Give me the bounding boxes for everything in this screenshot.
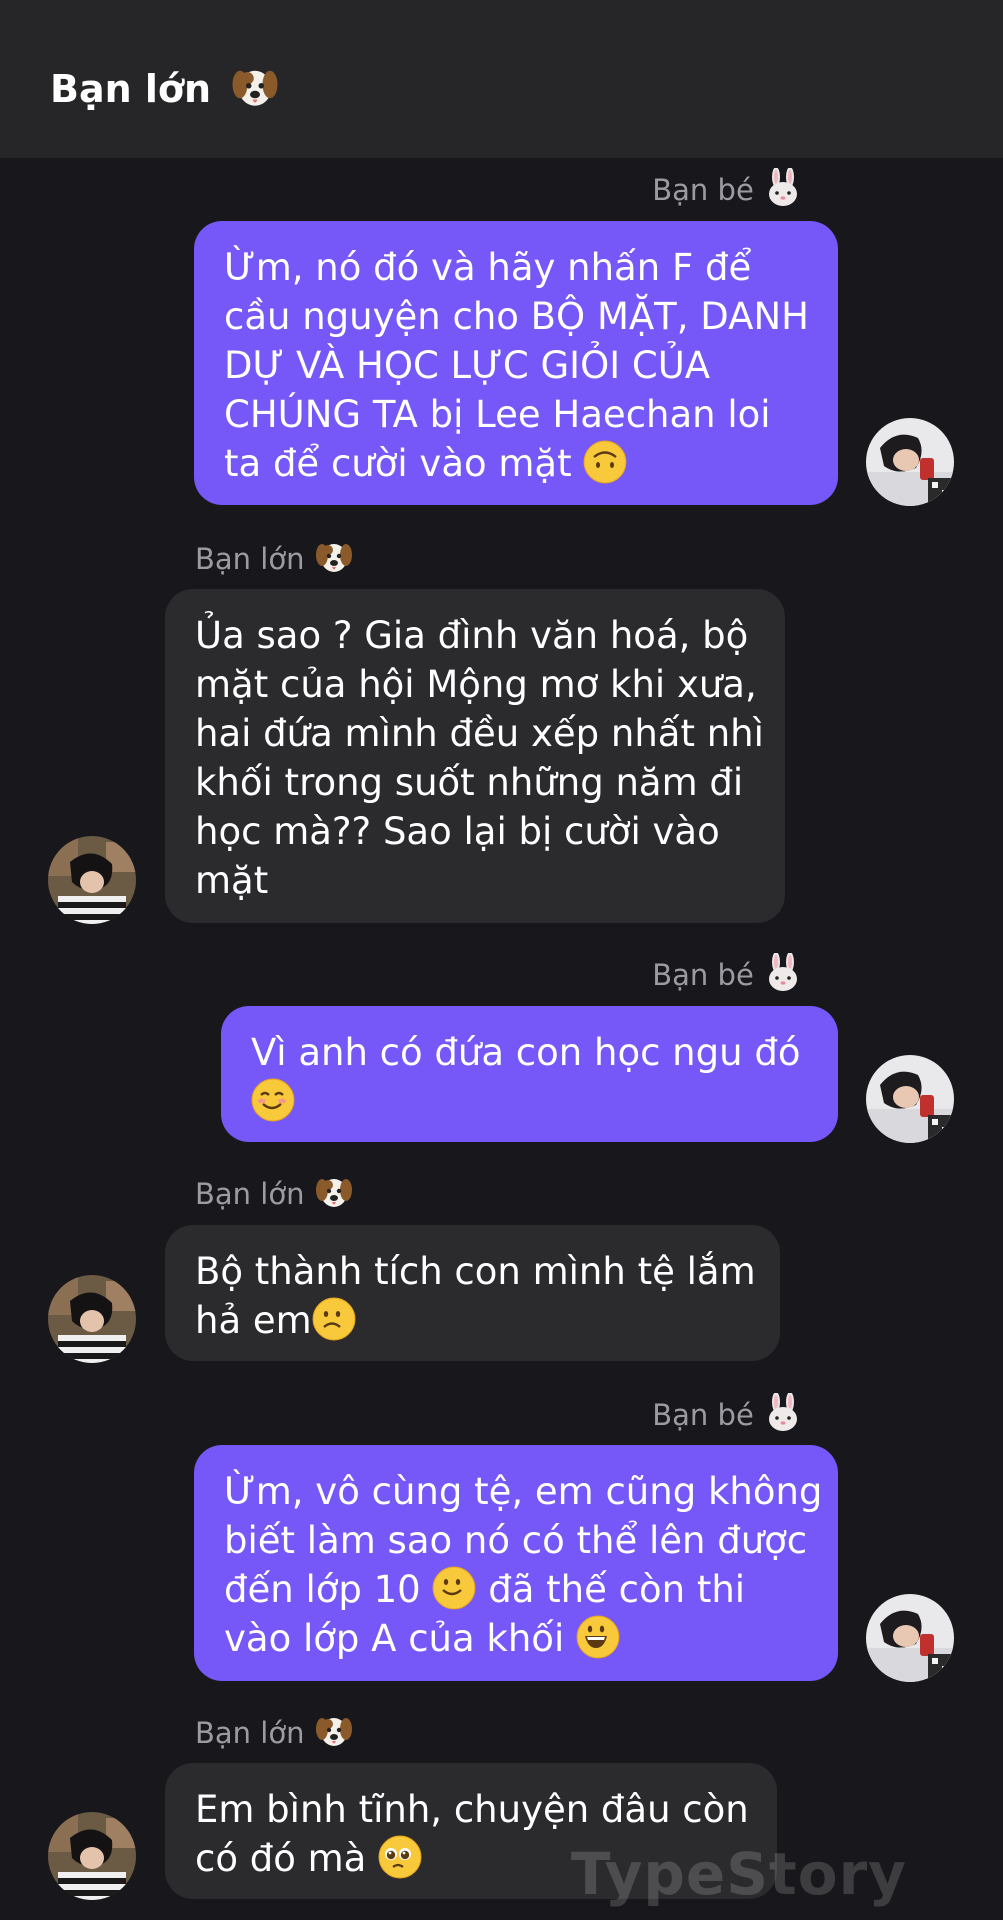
rabbit-face-icon [763,168,803,208]
message-line: hai đứa mình đều xếp nhất nhì [195,712,764,755]
message-line: đến lớp 10 đã thế còn thi [224,1565,808,1614]
slightly-smiling-face-icon [432,1566,476,1610]
watermark: TypeStory [570,1840,907,1908]
sender-label: Bạn bé [652,1393,803,1435]
sender-name: Bạn lớn [195,1716,305,1750]
sender-name: Bạn bé [652,173,754,207]
avatar-photo [866,1055,954,1143]
avatar[interactable] [866,1055,954,1143]
message-text: đến lớp 10 [224,1568,421,1611]
chat-title-text: Bạn lớn [50,67,212,111]
avatar[interactable] [48,1275,136,1363]
message-line: ta để cười vào mặt [224,439,808,488]
avatar-photo [48,1275,136,1363]
sender-label: Bạn lớn [195,537,354,579]
message-text: ta để cười vào mặt [224,442,572,485]
dog-face-icon [230,62,280,112]
message-bubble[interactable]: Ủa sao ? Gia đình văn hoá, bộ mặt của hộ… [165,589,785,923]
avatar[interactable] [866,1594,954,1682]
message-text: đã thế còn thi [488,1568,746,1611]
message-text: hả em [195,1299,312,1342]
message-line: Ủa sao ? Gia đình văn hoá, bộ [195,614,749,657]
avatar-photo [48,836,136,924]
upside-down-face-icon [583,440,627,484]
message-bubble[interactable]: Ừm, vô cùng tệ, em cũng không biết làm s… [194,1445,838,1681]
dog-face-icon [314,1711,354,1751]
sender-label: Bạn lớn [195,1172,354,1214]
avatar[interactable] [48,836,136,924]
sender-label: Bạn lớn [195,1711,354,1753]
avatar[interactable] [866,418,954,506]
message-line [251,1077,808,1126]
message-line: biết làm sao nó có thể lên được [224,1519,808,1562]
message-line: CHÚNG TA bị Lee Haechan loi [224,393,771,436]
message-bubble[interactable]: Bộ thành tích con mình tệ lắm hả em [165,1225,780,1361]
message-bubble[interactable]: Vì anh có đứa con học ngu đó [221,1006,838,1142]
chat-title[interactable]: Bạn lớn [50,62,280,113]
chat-header: Bạn lớn [0,0,1003,158]
smiling-face-icon [251,1078,295,1122]
avatar-photo [866,1594,954,1682]
sender-label: Bạn bé [652,953,803,995]
message-line: Ừm, vô cùng tệ, em cũng không [224,1470,823,1513]
message-line: mặt [195,859,269,902]
message-line: hả em [195,1296,750,1345]
message-line: vào lớp A của khối [224,1614,808,1663]
message-text: có đó mà [195,1837,367,1880]
rabbit-face-icon [763,953,803,993]
message-line: Vì anh có đứa con học ngu đó [251,1031,801,1074]
sender-name: Bạn bé [652,1398,754,1432]
frowning-face-icon [312,1297,356,1341]
message-line: học mà?? Sao lại bị cười vào [195,810,720,853]
grinning-face-icon [576,1615,620,1659]
sender-name: Bạn lớn [195,1177,305,1211]
dog-face-icon [314,537,354,577]
message-line: Bộ thành tích con mình tệ lắm [195,1250,756,1293]
message-line: Em bình tĩnh, chuyện đâu còn [195,1788,749,1831]
message-line: khối trong suốt những năm đi [195,761,744,804]
avatar[interactable] [48,1812,136,1900]
message-line: Ừm, nó đó và hãy nhấn F để [224,246,752,289]
sender-label: Bạn bé [652,168,803,210]
message-line: mặt của hội Mộng mơ khi xưa, [195,663,757,706]
message-line: DỰ VÀ HỌC LỰC GIỎI CỦA [224,344,711,387]
avatar-photo [48,1812,136,1900]
sender-name: Bạn bé [652,958,754,992]
avatar-photo [866,418,954,506]
sender-name: Bạn lớn [195,542,305,576]
message-text: vào lớp A của khối [224,1617,565,1660]
pleading-face-icon [378,1835,422,1879]
rabbit-face-icon [763,1393,803,1433]
message-line: cầu nguyện cho BỘ MẶT, DANH [224,295,809,338]
message-bubble[interactable]: Ừm, nó đó và hãy nhấn F để cầu nguyện ch… [194,221,838,505]
dog-face-icon [314,1172,354,1212]
